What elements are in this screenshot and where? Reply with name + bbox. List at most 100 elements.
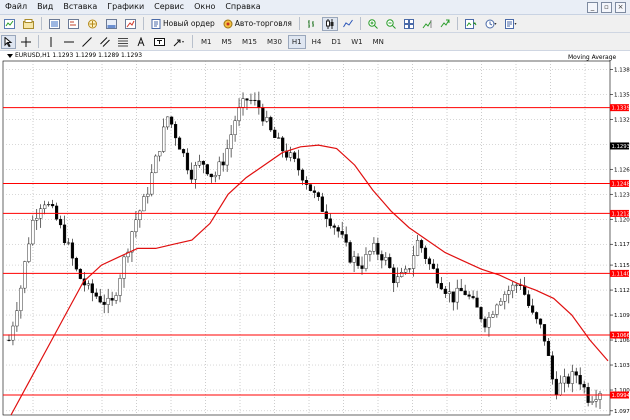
cursor-button[interactable] <box>1 34 16 49</box>
plot-frame <box>2 60 611 416</box>
navigator-button[interactable] <box>84 17 101 31</box>
timeframe-m1-button[interactable]: M1 <box>197 35 216 49</box>
menu-window[interactable]: Окно <box>189 0 220 14</box>
timeframe-d1-button[interactable]: D1 <box>327 35 345 49</box>
menu-charts[interactable]: Графики <box>102 0 149 14</box>
candlestick-button[interactable] <box>321 16 338 31</box>
candle <box>94 288 98 300</box>
terminal-button[interactable] <box>103 17 120 31</box>
candle-body <box>392 267 396 284</box>
y-axis-tick-label: 1.1385 <box>614 67 630 73</box>
candle <box>364 247 368 272</box>
horizontal-line-button[interactable] <box>61 35 77 49</box>
y-axis-tick-label: 1.1325 <box>614 117 630 123</box>
candle <box>11 321 15 346</box>
menu-file[interactable]: Файл <box>0 0 32 14</box>
candle-body <box>166 116 170 128</box>
chart-window[interactable]: 1.13851.13551.13251.12951.12651.12351.12… <box>0 51 630 420</box>
candle <box>439 277 443 291</box>
candle-body <box>578 375 582 385</box>
candle <box>150 164 154 197</box>
candle <box>197 154 201 168</box>
standard-toolbar: Новый ордер Авто-торговля <box>0 15 630 33</box>
chart-shift-icon <box>422 19 432 28</box>
text-label-button[interactable] <box>151 35 168 49</box>
line-chart-button[interactable] <box>340 17 356 31</box>
periods-button[interactable] <box>482 17 500 31</box>
menu-insert[interactable]: Вставка <box>58 0 102 14</box>
chart-shift-button[interactable] <box>419 17 435 31</box>
candle-body <box>467 294 471 297</box>
text-button[interactable] <box>133 35 149 49</box>
trendline-button[interactable] <box>79 35 95 49</box>
menu-view[interactable]: Вид <box>32 0 58 14</box>
candle-body <box>98 296 102 303</box>
timeframe-w1-button[interactable]: W1 <box>347 35 366 49</box>
candle-body <box>566 376 570 384</box>
candle <box>495 303 499 318</box>
indicators-button[interactable] <box>462 17 480 31</box>
candle <box>221 152 225 172</box>
zoom-out-button[interactable] <box>383 17 399 31</box>
timeframe-m5-button[interactable]: M5 <box>218 35 237 49</box>
cursor-icon <box>4 36 13 47</box>
timeframe-h1-button[interactable]: H1 <box>287 34 306 49</box>
new-order-button[interactable]: Новый ордер <box>148 17 218 31</box>
zoom-in-button[interactable] <box>365 17 381 31</box>
candle <box>336 225 340 238</box>
candle <box>483 316 487 333</box>
candle-body <box>352 256 356 263</box>
candle-body <box>574 371 578 376</box>
autoscroll-button[interactable] <box>437 17 453 31</box>
restore-icon[interactable]: ▫ <box>601 2 612 13</box>
vertical-line-button[interactable] <box>43 35 59 49</box>
candle <box>170 116 174 128</box>
price-chart[interactable]: 1.13851.13551.13251.12951.12651.12351.12… <box>0 51 630 420</box>
candle-body <box>404 268 408 273</box>
minimize-icon[interactable]: _ <box>587 2 598 13</box>
auto-trading-button[interactable]: Авто-торговля <box>220 17 295 31</box>
timeframe-h4-button[interactable]: H4 <box>308 35 326 49</box>
new-chart-button[interactable] <box>1 17 18 31</box>
candle-body <box>459 287 463 292</box>
menu-tools[interactable]: Сервис <box>149 0 189 14</box>
candle <box>102 294 106 314</box>
timeframe-mn-button[interactable]: MN <box>369 35 388 49</box>
candle-body <box>312 190 317 193</box>
candle-body <box>47 204 51 206</box>
level-price-label: 1.1066 <box>612 333 630 339</box>
candle <box>550 351 555 385</box>
candle <box>435 263 439 288</box>
tile-windows-button[interactable] <box>401 17 417 31</box>
bar-chart-button[interactable] <box>304 17 320 31</box>
market-watch-button[interactable] <box>46 17 63 31</box>
templates-button[interactable] <box>502 17 520 31</box>
channel-button[interactable] <box>97 35 113 49</box>
candle-body <box>348 242 352 263</box>
profiles-button[interactable] <box>20 17 37 31</box>
candle <box>281 136 285 158</box>
candle <box>538 318 543 329</box>
candle-body <box>162 126 166 152</box>
candle <box>447 282 451 303</box>
candle-body <box>332 225 336 228</box>
data-window-button[interactable] <box>65 17 82 31</box>
strategy-tester-button[interactable] <box>122 17 139 31</box>
arrows-button[interactable] <box>170 35 188 49</box>
candle <box>138 209 142 228</box>
timeframe-m30-button[interactable]: M30 <box>263 35 286 49</box>
close-icon[interactable]: × <box>615 2 626 13</box>
candle <box>546 338 551 356</box>
candle-body <box>558 382 562 396</box>
fibonacci-button[interactable] <box>115 35 131 49</box>
candle-body <box>320 196 324 212</box>
candle <box>277 132 281 139</box>
crosshair-button[interactable] <box>18 35 34 49</box>
timeframe-m15-button[interactable]: M15 <box>238 35 261 49</box>
candle-body <box>213 175 217 178</box>
candle <box>451 291 455 311</box>
candle <box>261 103 265 126</box>
candle <box>400 267 404 278</box>
candle <box>74 256 79 272</box>
menu-help[interactable]: Справка <box>220 0 265 14</box>
